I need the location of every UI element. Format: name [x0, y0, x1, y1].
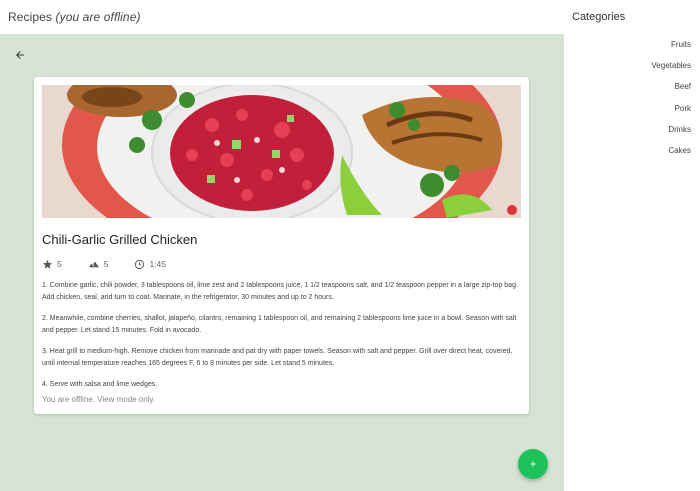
app-root: Recipes (you are offline) Chili-Garlic G…: [0, 0, 700, 491]
sidebar-title: Categories: [572, 11, 626, 23]
star-icon: [42, 259, 53, 269]
difficulty-value: 5: [103, 259, 109, 269]
recipe-card: Chili-Garlic Grilled Chicken 5 5 1:45 1.…: [34, 77, 529, 414]
offline-indicator: (you are offline): [55, 10, 141, 24]
category-item-pork[interactable]: Pork: [651, 102, 691, 123]
top-bar: Recipes (you are offline): [0, 0, 564, 34]
recipe-steps: 1. Combine garlic, chili powder, 3 table…: [42, 280, 520, 401]
step-1: 1. Combine garlic, chili powder, 3 table…: [42, 282, 518, 301]
mountain-icon: [88, 261, 99, 267]
time-value: 1:45: [149, 259, 167, 269]
rating-stat: 5: [42, 259, 62, 270]
time-stat: 1:45: [134, 259, 166, 270]
categories-sidebar: Categories Fruits Vegetables Beef Pork D…: [564, 0, 700, 491]
step-3: 3. Heat grill to medium-high. Remove chi…: [42, 348, 513, 367]
recipe-stats: 5 5 1:45: [42, 257, 192, 271]
arrow-left-icon: [16, 51, 24, 59]
recipe-title: Chili-Garlic Grilled Chicken: [42, 232, 198, 247]
category-item-beef[interactable]: Beef: [651, 80, 691, 101]
rating-value: 5: [57, 259, 62, 269]
category-item-drinks[interactable]: Drinks: [651, 123, 691, 144]
plus-icon: [530, 461, 536, 467]
category-item-cakes[interactable]: Cakes: [651, 144, 691, 165]
step-4: 4. Serve with salsa and lime wedges.: [42, 381, 158, 388]
recipe-view: Chili-Garlic Grilled Chicken 5 5 1:45 1.…: [0, 34, 564, 491]
category-item-vegetables[interactable]: Vegetables: [651, 59, 691, 80]
difficulty-stat: 5: [88, 259, 109, 270]
category-item-fruits[interactable]: Fruits: [651, 38, 691, 59]
back-button[interactable]: [10, 45, 30, 65]
category-list: Fruits Vegetables Beef Pork Drinks Cakes: [651, 38, 691, 165]
clock-icon: [135, 259, 145, 269]
app-title: Recipes (you are offline): [8, 10, 141, 24]
step-2: 2. Meanwhile, combine cherries, shallot,…: [42, 315, 517, 334]
add-button[interactable]: [518, 449, 548, 479]
recipe-image: [42, 85, 521, 218]
app-title-text: Recipes: [8, 10, 53, 24]
offline-notice: You are offline. View mode only.: [42, 395, 156, 404]
